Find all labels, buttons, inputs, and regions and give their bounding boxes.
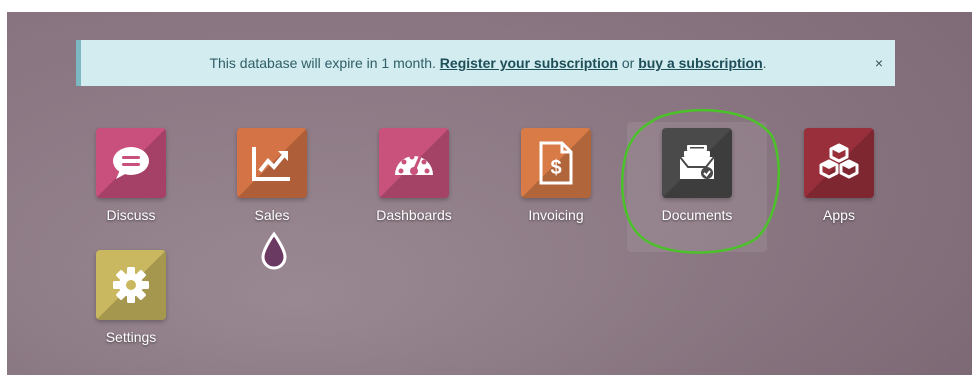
svg-text:$: $	[550, 157, 561, 179]
app-discuss[interactable]: Discuss	[81, 128, 181, 238]
app-documents[interactable]: Documents	[647, 128, 747, 238]
register-subscription-link[interactable]: Register your subscription	[440, 55, 618, 71]
app-label-invoicing: Invoicing	[528, 207, 584, 223]
gauge-icon	[379, 128, 449, 198]
invoice-dollar-icon: $	[521, 128, 591, 198]
droplet-cursor-icon	[261, 231, 287, 270]
app-settings[interactable]: Settings	[81, 250, 181, 360]
close-banner-button[interactable]: ×	[875, 55, 883, 71]
app-label-sales: Sales	[254, 207, 290, 223]
app-apps[interactable]: Apps	[789, 128, 889, 238]
app-label-discuss: Discuss	[106, 207, 156, 223]
trend-chart-icon	[237, 128, 307, 198]
app-label-documents: Documents	[661, 207, 733, 223]
banner-text: This database will expire in 1 month. Re…	[209, 55, 767, 71]
app-label-dashboards: Dashboards	[376, 207, 452, 223]
expiration-banner: This database will expire in 1 month. Re…	[76, 40, 895, 86]
app-sales[interactable]: Sales	[222, 128, 322, 238]
cubes-icon	[804, 128, 874, 198]
app-label-settings: Settings	[105, 329, 157, 345]
document-inbox-icon	[662, 128, 732, 198]
app-label-apps: Apps	[823, 207, 855, 223]
app-dashboards[interactable]: Dashboards	[364, 128, 464, 238]
chat-bubble-icon	[96, 128, 166, 198]
buy-subscription-link[interactable]: buy a subscription	[638, 55, 762, 71]
home-screen: This database will expire in 1 month. Re…	[7, 12, 972, 375]
gear-icon	[96, 250, 166, 320]
app-invoicing[interactable]: $ Invoicing	[506, 128, 606, 238]
